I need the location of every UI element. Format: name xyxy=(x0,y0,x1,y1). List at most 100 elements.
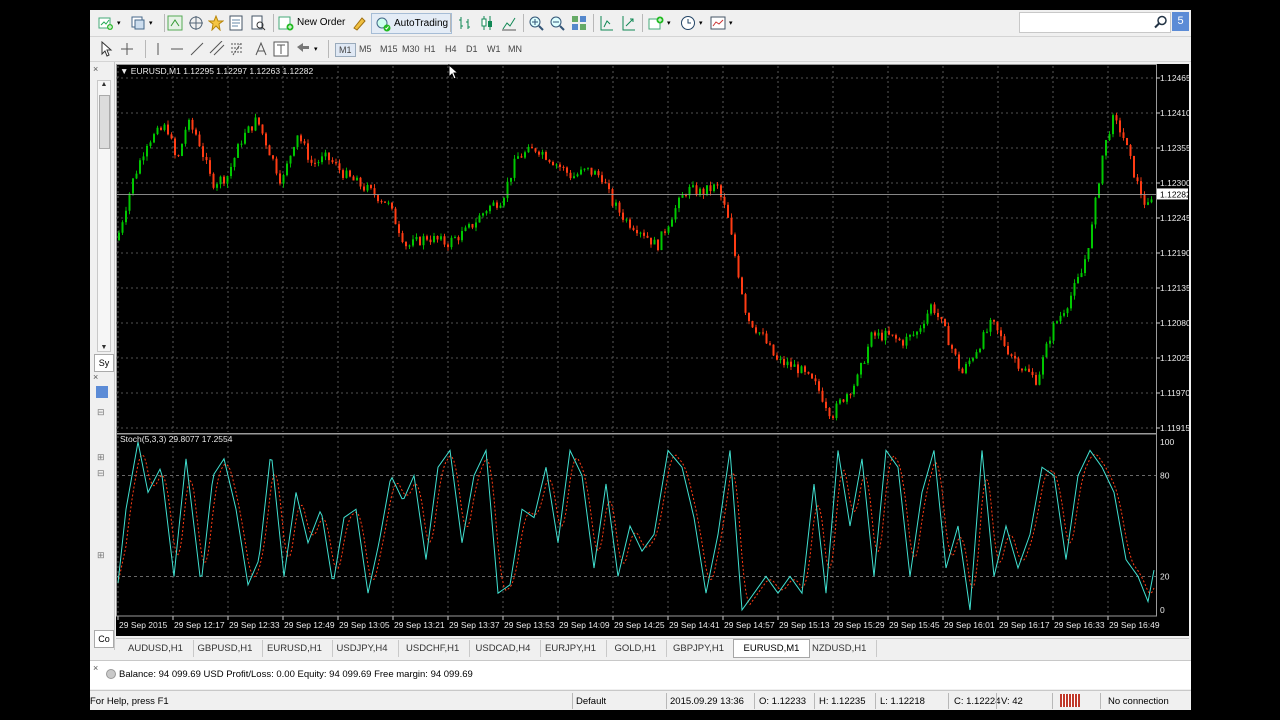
candle-body xyxy=(989,319,992,332)
common-tab[interactable]: Co xyxy=(94,630,114,648)
connection-bars-icon xyxy=(1060,694,1080,707)
candle-body xyxy=(776,355,778,360)
price-chart[interactable]: 1.12465 1.12410 1.12355 1.12300 1.12245 1.121… xyxy=(116,64,1191,636)
candle-body xyxy=(541,152,544,155)
candle-body xyxy=(272,155,274,159)
close-panel-icon[interactable]: × xyxy=(93,372,98,382)
new-chart-icon xyxy=(98,17,113,30)
arrows-tool[interactable]: ▾ xyxy=(295,39,318,58)
autoscroll-button[interactable] xyxy=(620,13,636,32)
timeframe-m15[interactable]: M15 xyxy=(377,43,401,55)
market-watch-button[interactable] xyxy=(167,13,183,32)
templates-button[interactable]: ▾ xyxy=(710,13,733,32)
candle-body xyxy=(685,195,687,197)
timeframe-d1[interactable]: D1 xyxy=(463,43,481,55)
candlestick-button[interactable] xyxy=(479,13,495,32)
chart-tab[interactable]: USDCHF,H1 xyxy=(396,640,471,657)
scroll-down-icon[interactable]: ▼ xyxy=(98,344,110,351)
vertical-line-tool[interactable] xyxy=(150,39,166,58)
scroll-up-icon[interactable]: ▲ xyxy=(98,81,110,88)
candle-body xyxy=(569,172,572,179)
candle-body xyxy=(874,332,876,336)
candle-body xyxy=(321,156,323,163)
candle-body xyxy=(342,170,344,178)
timeframe-w1[interactable]: W1 xyxy=(484,43,504,55)
chart-tab[interactable]: USDJPY,H4 xyxy=(327,640,399,657)
new-chart-button[interactable]: ▾ xyxy=(98,13,121,32)
navigator-scroll-thumb[interactable] xyxy=(99,95,110,149)
timeframe-h4[interactable]: H4 xyxy=(442,43,460,55)
chart-tab[interactable]: USDCAD,H4 xyxy=(466,640,542,657)
search-box[interactable] xyxy=(1019,12,1171,33)
candle-body xyxy=(184,129,187,144)
chart-tab[interactable]: GOLD,H1 xyxy=(605,640,668,657)
navigator-scrollbar[interactable]: ▲ ▼ xyxy=(97,80,111,352)
new-order-button[interactable]: New Order xyxy=(278,13,345,32)
metaeditor-button[interactable] xyxy=(351,13,367,32)
chart-tab[interactable]: EURUSD,M1 xyxy=(732,639,811,658)
horizontal-line-tool[interactable] xyxy=(169,39,185,58)
candle-body xyxy=(482,213,484,216)
chart-tab[interactable]: EURJPY,H1 xyxy=(535,640,608,657)
line-chart-button[interactable] xyxy=(501,13,517,32)
mouse-pointer-icon xyxy=(448,64,460,80)
timeframe-m5[interactable]: M5 xyxy=(356,43,375,55)
expand-tree-icon[interactable]: ⊞ xyxy=(97,452,105,463)
candle-body xyxy=(664,231,666,233)
tile-windows-icon xyxy=(572,15,586,30)
candle-body xyxy=(1035,374,1037,385)
bar-chart-button[interactable] xyxy=(457,13,473,32)
candle-body xyxy=(513,158,516,178)
trendline-tool[interactable] xyxy=(189,39,205,58)
candle-body xyxy=(240,143,243,145)
candle-body xyxy=(314,162,316,164)
terminal-button[interactable] xyxy=(228,13,244,32)
search-icon[interactable] xyxy=(1154,15,1168,29)
close-terminal-icon[interactable]: × xyxy=(93,663,98,673)
profiles-button[interactable]: ▾ xyxy=(130,13,153,32)
collapse-tree-icon[interactable]: ⊟ xyxy=(97,407,105,418)
candle-body xyxy=(888,330,890,335)
status-bar: For Help, press F1 Default 2015.09.29 13… xyxy=(90,690,1191,710)
cursor-tool[interactable] xyxy=(98,39,114,58)
candle-body xyxy=(853,385,855,395)
candle-body xyxy=(916,331,918,335)
navigator-button[interactable] xyxy=(208,13,224,32)
fibonacci-tool[interactable] xyxy=(229,39,245,58)
candle-body xyxy=(489,205,491,212)
chart-shift-button[interactable] xyxy=(598,13,614,32)
timeframe-m1[interactable]: M1 xyxy=(335,43,356,57)
chart-tab[interactable]: NZDUSD,H1 xyxy=(802,640,878,657)
chart-tab[interactable]: EURUSD,H1 xyxy=(257,640,333,657)
folder-icon[interactable] xyxy=(96,386,108,398)
timeframe-m30[interactable]: M30 xyxy=(399,43,423,55)
zoom-in-button[interactable] xyxy=(528,13,544,32)
text-label-tool[interactable] xyxy=(273,39,289,58)
indicators-button[interactable]: ▾ xyxy=(648,13,671,32)
text-tool[interactable] xyxy=(253,39,269,58)
chart-tab[interactable]: GBPUSD,H1 xyxy=(188,640,264,657)
autotrading-button[interactable]: AutoTrading xyxy=(371,13,453,34)
close-navigator-icon[interactable]: × xyxy=(93,64,98,74)
channel-icon xyxy=(209,40,225,55)
channel-tool[interactable] xyxy=(209,39,225,58)
chart-window[interactable]: 1.12465 1.12410 1.12355 1.12300 1.12245 1.121… xyxy=(116,64,1191,636)
chart-tab[interactable]: GBPJPY,H1 xyxy=(663,640,736,657)
collapse-tree-icon-2[interactable]: ⊟ xyxy=(97,468,105,479)
zoom-out-button[interactable] xyxy=(549,13,565,32)
notification-count[interactable]: 5 xyxy=(1172,12,1189,31)
candle-body xyxy=(797,364,799,374)
data-window-button[interactable] xyxy=(188,13,204,32)
expand-tree-icon-2[interactable]: ⊞ xyxy=(97,550,105,561)
strategy-tester-button[interactable] xyxy=(250,13,266,32)
timeframe-h1[interactable]: H1 xyxy=(421,43,439,55)
timeframe-mn[interactable]: MN xyxy=(505,43,525,55)
candle-body xyxy=(867,346,869,363)
candle-body xyxy=(1080,273,1083,278)
candle-body xyxy=(475,222,477,228)
tile-windows-button[interactable] xyxy=(571,13,587,32)
chart-tab[interactable]: AUDUSD,H1 xyxy=(118,640,194,657)
crosshair-tool[interactable] xyxy=(119,39,135,58)
periods-button[interactable]: ▾ xyxy=(680,13,703,32)
symbols-tab[interactable]: Sy xyxy=(94,354,114,372)
